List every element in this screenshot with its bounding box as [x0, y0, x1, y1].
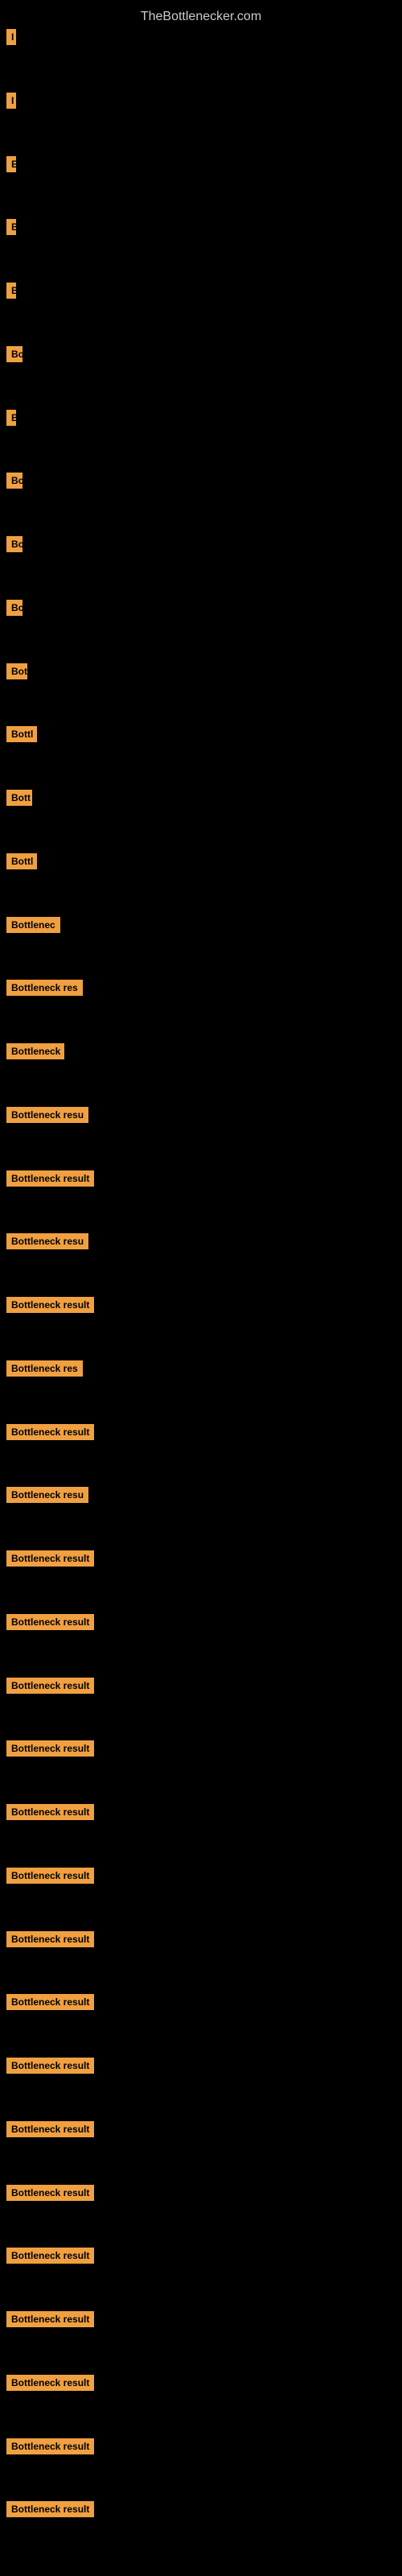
- bottleneck-label: I: [6, 29, 16, 45]
- list-item: Bottleneck result: [0, 2116, 402, 2142]
- bottleneck-label: Bottleneck result: [6, 1297, 94, 1313]
- list-item: Bottleneck resu: [0, 1482, 402, 1508]
- bottleneck-label: Bo: [6, 600, 23, 616]
- bottleneck-label: Bo: [6, 536, 23, 552]
- bottleneck-label: B: [6, 219, 16, 235]
- list-item: Bottleneck result: [0, 2434, 402, 2459]
- list-item: B: [0, 214, 402, 240]
- bottleneck-label: Bottleneck res: [6, 1360, 83, 1377]
- bottleneck-label: Bott: [6, 790, 32, 806]
- list-item: Bottleneck result: [0, 1926, 402, 1952]
- list-item: I: [0, 88, 402, 114]
- list-item: Bottleneck resu: [0, 1102, 402, 1128]
- bottleneck-label: Bottleneck result: [6, 2311, 94, 2327]
- bottleneck-label: Bottleneck result: [6, 2058, 94, 2074]
- bottleneck-label: Bottleneck result: [6, 1804, 94, 1820]
- list-item: Bottleneck result: [0, 2370, 402, 2396]
- bottleneck-label: Bottleneck result: [6, 2375, 94, 2391]
- list-item: Bottleneck result: [0, 1799, 402, 1825]
- list-item: Bottleneck res: [0, 1356, 402, 1381]
- list-item: Bottleneck result: [0, 2053, 402, 2079]
- bottleneck-label: Bottleneck result: [6, 2501, 94, 2517]
- list-item: Bottleneck: [0, 1038, 402, 1064]
- bottleneck-label: Bottleneck resu: [6, 1233, 88, 1249]
- bottleneck-label: Bottleneck res: [6, 980, 83, 996]
- list-item: Bottleneck res: [0, 975, 402, 1001]
- bottleneck-label: I: [6, 93, 16, 109]
- bottleneck-label: Bottleneck result: [6, 1931, 94, 1947]
- list-item: Bottleneck result: [0, 1863, 402, 1889]
- list-item: Bo: [0, 341, 402, 367]
- list-item: E: [0, 151, 402, 177]
- bottleneck-label: Bottleneck result: [6, 1678, 94, 1694]
- list-item: Bott: [0, 785, 402, 811]
- bottleneck-label: Bo: [6, 473, 23, 489]
- bottleneck-label: Bottleneck result: [6, 2248, 94, 2264]
- bottleneck-label: B: [6, 410, 16, 426]
- list-item: Bottleneck result: [0, 1546, 402, 1571]
- list-item: I: [0, 24, 402, 50]
- bottleneck-label: Bottleneck result: [6, 1868, 94, 1884]
- bottleneck-label: E: [6, 156, 16, 172]
- bottleneck-label: Bottleneck result: [6, 1614, 94, 1630]
- bottleneck-label: Bottl: [6, 853, 37, 869]
- bottleneck-label: Bottleneck: [6, 1043, 64, 1059]
- list-item: Bottleneck result: [0, 1736, 402, 1761]
- list-item: Bo: [0, 531, 402, 557]
- list-item: Bottleneck result: [0, 2180, 402, 2206]
- list-item: Bottleneck result: [0, 1419, 402, 1445]
- bottleneck-label: Bottleneck result: [6, 2185, 94, 2201]
- list-item: Bottleneck result: [0, 2496, 402, 2522]
- bottleneck-label: Bo: [6, 346, 23, 362]
- bottleneck-label: Bottleneck result: [6, 1740, 94, 1757]
- list-item: Bottleneck result: [0, 2243, 402, 2268]
- bottleneck-label: Bottleneck result: [6, 1170, 94, 1187]
- bottleneck-label: Bot: [6, 663, 27, 679]
- bottleneck-label: Bottl: [6, 726, 37, 742]
- list-item: Bottleneck result: [0, 1673, 402, 1699]
- bottleneck-label: B: [6, 283, 16, 299]
- list-item: Bottleneck resu: [0, 1228, 402, 1254]
- list-item: Bottleneck result: [0, 1989, 402, 2015]
- list-item: Bottleneck result: [0, 2306, 402, 2332]
- bottleneck-label: Bottleneck result: [6, 1550, 94, 1567]
- list-item: B: [0, 278, 402, 303]
- list-item: Bo: [0, 468, 402, 493]
- list-item: Bottlenec: [0, 912, 402, 938]
- list-item: Bottl: [0, 721, 402, 747]
- list-item: Bot: [0, 658, 402, 684]
- list-item: Bottl: [0, 848, 402, 874]
- bottleneck-label: Bottleneck resu: [6, 1487, 88, 1503]
- bottleneck-label: Bottleneck resu: [6, 1107, 88, 1123]
- list-item: Bottleneck result: [0, 1609, 402, 1635]
- list-item: B: [0, 405, 402, 431]
- list-item: Bo: [0, 595, 402, 621]
- bottleneck-label: Bottleneck result: [6, 1994, 94, 2010]
- list-item: Bottleneck result: [0, 1292, 402, 1318]
- list-item: Bottleneck result: [0, 1166, 402, 1191]
- bottleneck-label: Bottleneck result: [6, 2121, 94, 2137]
- bottleneck-label: Bottleneck result: [6, 2438, 94, 2454]
- bottleneck-label: Bottleneck result: [6, 1424, 94, 1440]
- bottleneck-label: Bottlenec: [6, 917, 60, 933]
